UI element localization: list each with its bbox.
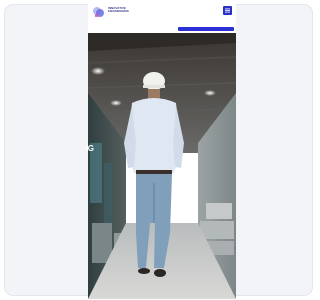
menu-button[interactable] <box>223 6 232 15</box>
logo-mark-icon <box>93 7 104 17</box>
site-header: INNOVATIVE ENGINEERING <box>88 2 236 26</box>
mobile-page-preview: INNOVATIVE ENGINEERING <box>88 2 236 299</box>
site-logo[interactable]: INNOVATIVE ENGINEERING <box>92 5 152 19</box>
hero-photo <box>88 33 236 299</box>
hamburger-menu-icon <box>225 8 230 13</box>
hero-image <box>88 33 236 299</box>
side-text-fragment: IG <box>86 144 94 153</box>
logo-text: INNOVATIVE ENGINEERING <box>108 6 130 14</box>
logo-text-line-2: ENGINEERING <box>108 9 130 14</box>
cta-banner-link[interactable] <box>178 27 234 31</box>
